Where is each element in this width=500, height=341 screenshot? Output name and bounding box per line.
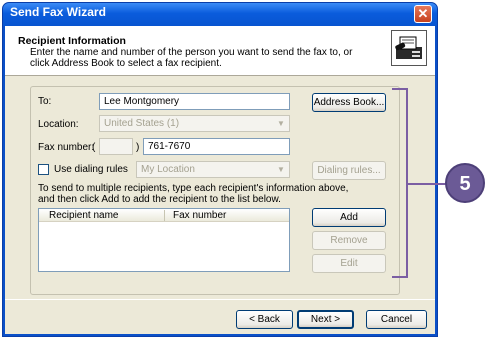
chevron-down-icon: ▼: [274, 117, 288, 130]
chevron-down-icon: ▼: [274, 163, 288, 176]
fax-number-label: Fax number:: [38, 142, 95, 153]
to-input[interactable]: Lee Montgomery: [99, 93, 290, 110]
page-description: Enter the name and number of the person …: [30, 47, 353, 69]
dialing-location-value: My Location: [141, 164, 195, 175]
step-callout-badge: 5: [445, 163, 485, 203]
use-dialing-rules-checkbox[interactable]: [38, 164, 49, 175]
dialing-rules-button: Dialing rules...: [312, 161, 386, 180]
fax-number-input[interactable]: 761-7670: [143, 138, 290, 155]
instructions-text: To send to multiple recipients, type eac…: [38, 183, 349, 205]
remove-button: Remove: [312, 231, 386, 250]
close-icon[interactable]: ✕: [414, 5, 432, 23]
footer-divider: [5, 299, 435, 300]
fax-close-paren: ): [136, 142, 140, 153]
area-code-input: [99, 138, 133, 155]
to-label: To:: [38, 96, 52, 107]
page-title: Recipient Information: [18, 35, 126, 47]
dialing-location-select: My Location ▼: [136, 161, 290, 178]
callout-connector: [408, 183, 446, 185]
address-book-button[interactable]: Address Book...: [312, 93, 386, 112]
use-dialing-rules-label: Use dialing rules: [54, 164, 128, 175]
location-select: United States (1) ▼: [99, 115, 290, 132]
cancel-button[interactable]: Cancel: [366, 310, 427, 329]
add-button[interactable]: Add: [312, 208, 386, 227]
window-title: Send Fax Wizard: [10, 5, 106, 19]
column-divider[interactable]: [164, 210, 165, 221]
location-value: United States (1): [104, 118, 180, 129]
edit-button: Edit: [312, 254, 386, 273]
back-button[interactable]: < Back: [236, 310, 293, 329]
column-header-recipient-name[interactable]: Recipient name: [49, 209, 118, 222]
location-label: Location:: [38, 119, 79, 130]
callout-bracket: [392, 88, 408, 278]
fax-open-paren: (: [92, 142, 96, 153]
column-header-fax-number[interactable]: Fax number: [173, 209, 226, 222]
next-button[interactable]: Next >: [297, 310, 354, 329]
fax-machine-icon: [391, 30, 427, 66]
